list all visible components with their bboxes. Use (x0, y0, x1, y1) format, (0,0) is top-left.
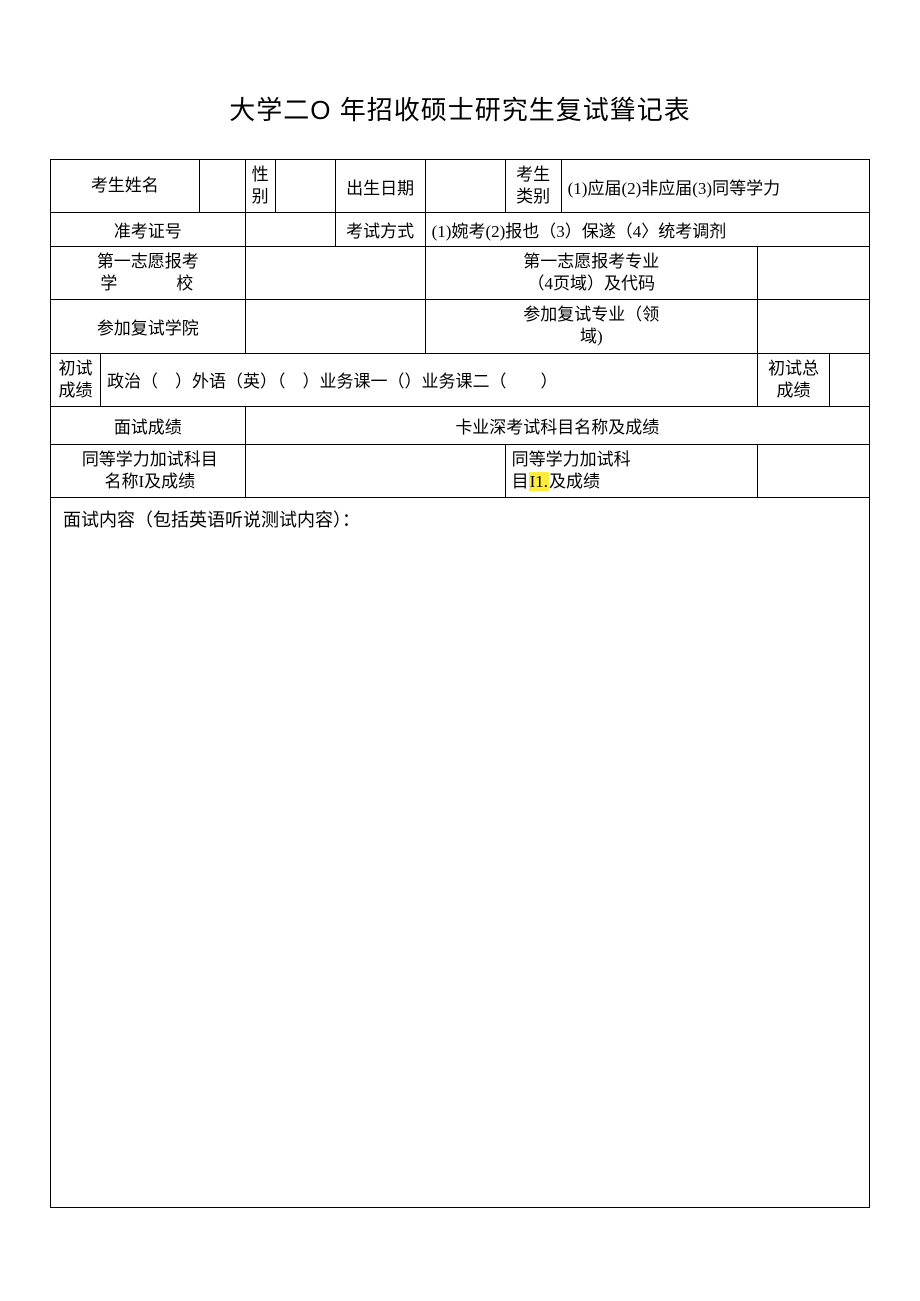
dob-label: 出生日期 (335, 160, 425, 213)
gender-value[interactable] (275, 160, 335, 213)
ticket-value[interactable] (245, 213, 335, 247)
retest-major-label-line2: 域) (432, 326, 751, 348)
equiv1-post: 及成绩 (144, 472, 195, 491)
interview-score-label: 面试成绩 (51, 406, 246, 444)
retest-major-label: 参加复试专业（领 域) (425, 300, 757, 353)
first-school-value[interactable] (245, 247, 425, 300)
category-options[interactable]: (1)应届(2)非应届(3)同等学力 (561, 160, 869, 213)
retest-college-label: 参加复试学院 (51, 300, 246, 353)
exam-mode-label: 考试方式 (335, 213, 425, 247)
page-title: 大学二O 年招收硕士研究生复试聳记表 (50, 90, 870, 127)
prelim-total-value[interactable] (830, 353, 870, 406)
equiv-subject1-line2: 名称I及成绩 (61, 471, 239, 493)
equiv-subject2-line1: 同等学力加试科 (512, 449, 751, 471)
first-school-label-line1: 第一志愿报考 (57, 251, 239, 273)
equiv-subject2-value[interactable] (757, 444, 869, 497)
prelim-total-label: 初试总成绩 (758, 353, 830, 406)
equiv1-pre: 名称 (104, 472, 138, 491)
ticket-label: 准考证号 (51, 213, 246, 247)
first-major-value[interactable] (757, 247, 869, 300)
equiv2-mark: I1. (529, 472, 549, 491)
equiv2-post: 及成绩 (549, 472, 600, 491)
retest-major-label-line1: 参加复试专业（领 (432, 304, 751, 326)
first-school-label: 第一志愿报考 学 校 (51, 247, 246, 300)
equiv-subject1-value[interactable] (245, 444, 505, 497)
equiv-subject2-label: 同等学力加试科 目I1.及成绩 (505, 444, 757, 497)
name-value[interactable] (199, 160, 245, 213)
form-table: 考生姓名 性别 出生日期 考生类别 (1)应届(2)非应届(3)同等学力 准考证… (50, 159, 870, 498)
prof-exam-label[interactable]: 卡业深考试科目名称及成绩 (245, 406, 869, 444)
exam-mode-options[interactable]: (1)婉考(2)报也（3）保遂（4〉统考调剂 (425, 213, 869, 247)
first-major-label-line2: （4页域）及代码 (432, 273, 751, 295)
first-school-label-line2: 学 校 (57, 273, 239, 295)
equiv-subject2-line2: 目I1.及成绩 (512, 471, 751, 493)
equiv-subject1-line1: 同等学力加试科目 (61, 449, 239, 471)
first-major-label-line1: 第一志愿报考专业 (432, 251, 751, 273)
prelim-content[interactable]: 政治（ ）外语（英）（ ）业务课一（）业务课二（ ） (101, 353, 758, 406)
equiv-subject1-label: 同等学力加试科目 名称I及成绩 (51, 444, 246, 497)
retest-college-value[interactable] (245, 300, 425, 353)
prelim-label: 初试成绩 (51, 353, 101, 406)
dob-value[interactable] (425, 160, 505, 213)
name-label: 考生姓名 (51, 160, 200, 213)
equiv2-pre: 目 (512, 472, 529, 491)
gender-label: 性别 (245, 160, 275, 213)
retest-major-value[interactable] (757, 300, 869, 353)
category-label: 考生类别 (505, 160, 561, 213)
interview-content-area[interactable]: 面试内容（包括英语听说测试内容）： (50, 498, 870, 1208)
interview-content-label: 面试内容（包括英语听说测试内容）： (63, 510, 360, 530)
first-major-label: 第一志愿报考专业 （4页域）及代码 (425, 247, 757, 300)
